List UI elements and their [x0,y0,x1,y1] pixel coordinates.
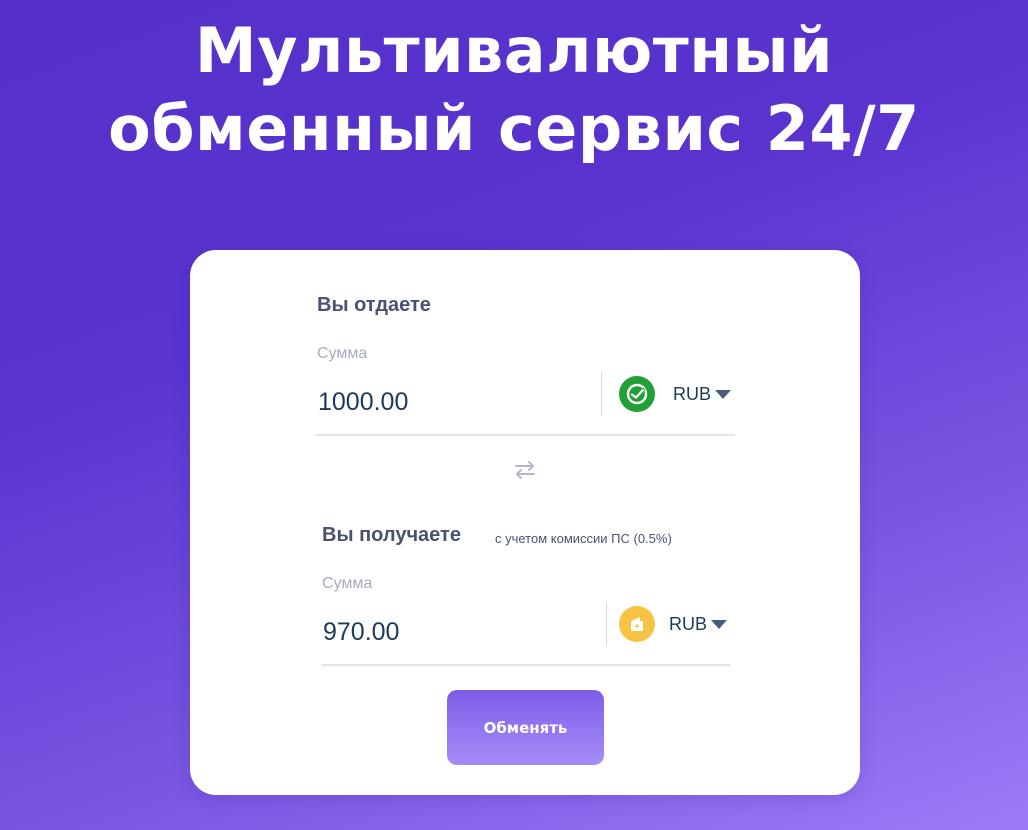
chevron-down-icon [711,619,728,629]
commission-note: с учетом комиссии ПС (0.5%) [495,531,672,546]
page-title-line-2: обменный сервис 24/7 [108,92,920,165]
give-currency-code: RUB [673,383,712,404]
give-amount-label: Сумма [317,345,368,362]
exchange-button[interactable]: Обменять [447,690,604,765]
page-title-line-1: Мультивалютный [194,14,834,87]
chevron-down-icon [715,389,732,399]
give-divider [601,372,602,416]
receive-amount-label: Сумма [322,575,373,592]
sberbank-logo-icon [619,376,655,412]
swap-arrows-icon[interactable] [512,457,538,483]
receive-divider [606,602,607,646]
exchange-card: Вы отдаете Сумма RUB Вы получаете с учет… [190,250,860,795]
give-section-title: Вы отдаете [317,294,431,316]
receive-currency-code: RUB [669,613,708,634]
receive-amount-input[interactable] [321,612,593,652]
give-amount-input[interactable] [316,382,588,422]
give-currency-select[interactable]: RUB [619,372,732,416]
receive-amount-row: RUB [321,602,730,666]
receive-section-title: Вы получаете [322,524,461,546]
yandex-money-logo-icon [619,606,655,642]
page-title: Мультивалютный обменный сервис 24/7 [0,12,1028,168]
receive-currency-select[interactable]: RUB [619,602,728,646]
give-amount-row: RUB [316,372,735,436]
